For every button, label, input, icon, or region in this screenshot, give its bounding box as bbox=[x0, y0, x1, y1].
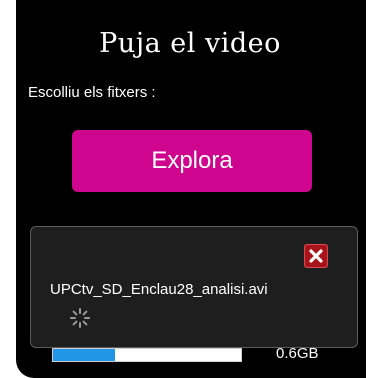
file-size-label: 0.6GB bbox=[276, 345, 319, 362]
close-icon bbox=[309, 249, 323, 263]
remove-file-button[interactable] bbox=[304, 244, 328, 268]
choose-files-label: Escolliu els fitxers : bbox=[28, 84, 156, 101]
panel-title: Puja el video bbox=[99, 28, 281, 59]
upload-panel: Puja el video Escolliu els fitxers : Exp… bbox=[16, 0, 366, 378]
upload-progress-bar bbox=[52, 348, 242, 362]
browse-button[interactable]: Explora bbox=[72, 130, 312, 192]
loading-spinner-icon bbox=[70, 308, 90, 328]
upload-progress-fill bbox=[53, 349, 116, 361]
file-item-card: UPCtv_SD_Enclau28_analisi.avi bbox=[30, 226, 358, 348]
file-name: UPCtv_SD_Enclau28_analisi.avi bbox=[50, 281, 268, 298]
